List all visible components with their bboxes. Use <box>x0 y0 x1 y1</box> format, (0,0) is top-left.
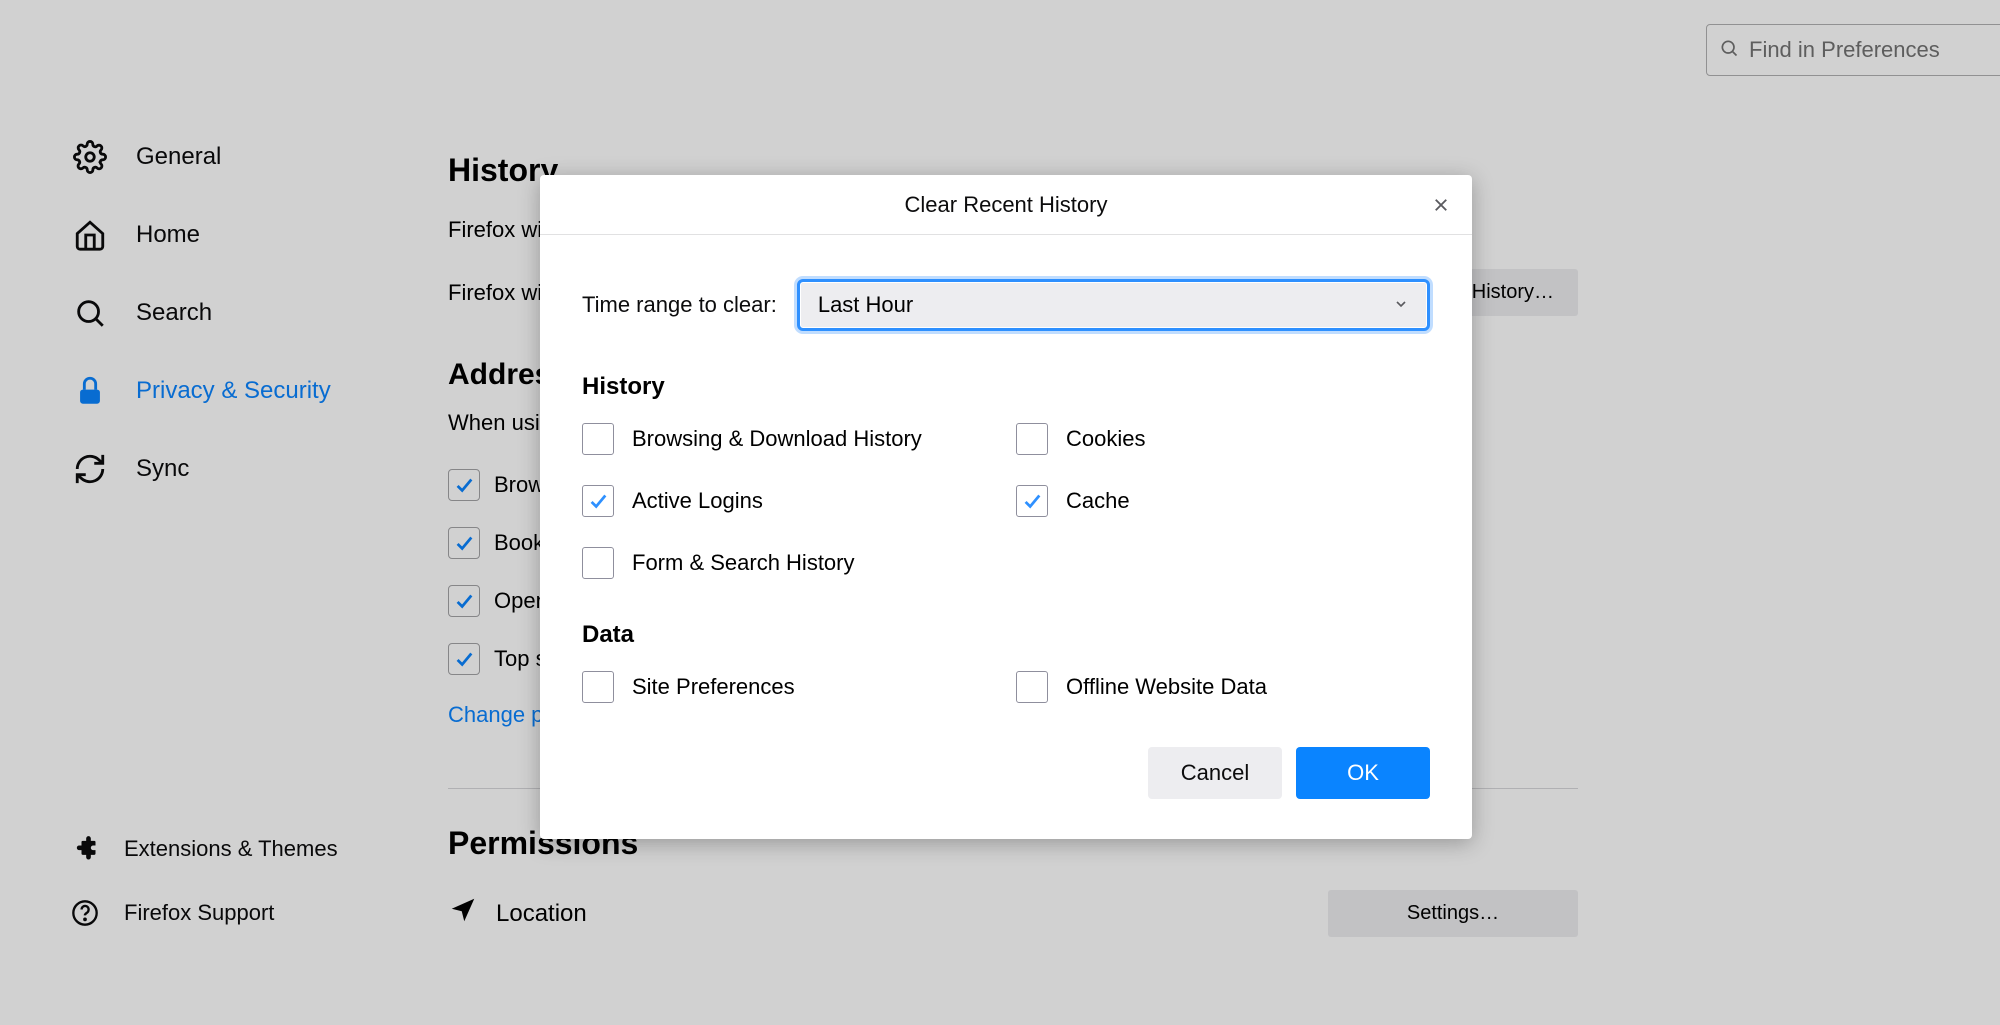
chevron-down-icon <box>1393 292 1409 318</box>
time-range-value: Last Hour <box>818 292 913 318</box>
time-range-label: Time range to clear: <box>582 292 777 318</box>
checkbox-cookies[interactable] <box>1016 423 1048 455</box>
dialog-title: Clear Recent History <box>905 192 1108 218</box>
checkbox-label: Form & Search History <box>632 550 855 576</box>
checkbox-label: Cache <box>1066 488 1130 514</box>
checkbox-form-search[interactable] <box>582 547 614 579</box>
checkbox-label: Offline Website Data <box>1066 674 1267 700</box>
checkbox-browsing-download[interactable] <box>582 423 614 455</box>
data-section-heading: Data <box>582 621 1430 649</box>
checkbox-label: Browsing & Download History <box>632 426 922 452</box>
cancel-button[interactable]: Cancel <box>1148 747 1282 799</box>
checkbox-cache[interactable] <box>1016 485 1048 517</box>
checkbox-active-logins[interactable] <box>582 485 614 517</box>
dialog-header: Clear Recent History <box>540 175 1472 235</box>
checkbox-label: Site Preferences <box>632 674 795 700</box>
time-range-select[interactable]: Last Hour <box>797 279 1430 331</box>
checkbox-label: Active Logins <box>632 488 763 514</box>
checkbox-site-preferences[interactable] <box>582 671 614 703</box>
checkbox-label: Cookies <box>1066 426 1145 452</box>
history-section-heading: History <box>582 373 1430 401</box>
clear-history-dialog: Clear Recent History Time range to clear… <box>540 175 1472 839</box>
checkbox-offline-data[interactable] <box>1016 671 1048 703</box>
close-icon[interactable] <box>1428 192 1454 218</box>
ok-button[interactable]: OK <box>1296 747 1430 799</box>
